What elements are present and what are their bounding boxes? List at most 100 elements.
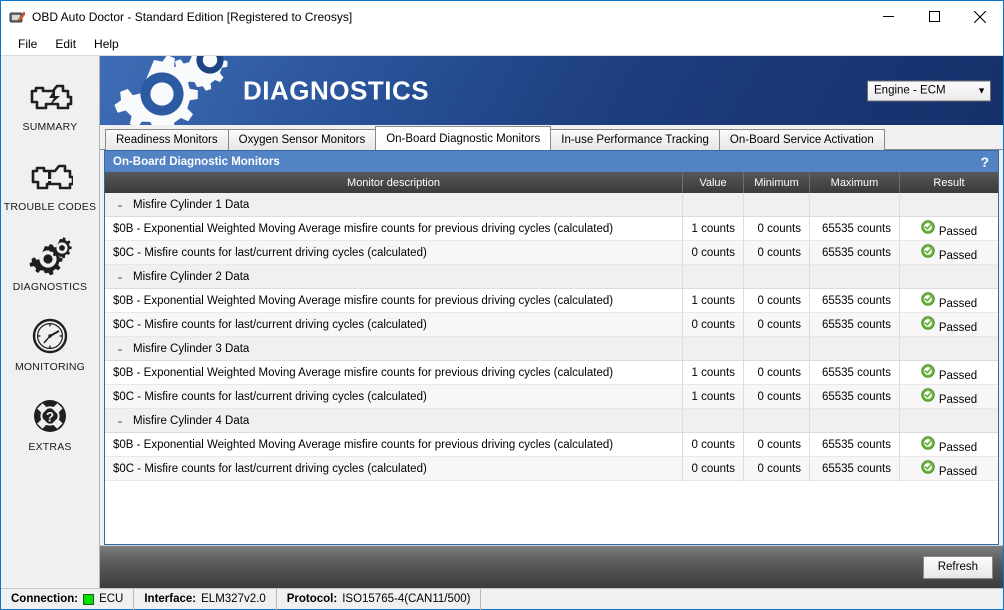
window-title: OBD Auto Doctor - Standard Edition [Regi… [32, 9, 353, 24]
group-label-cell: ⌄ Misfire Cylinder 2 Data [105, 265, 683, 289]
connection-label: Connection: [11, 593, 79, 605]
maximize-button[interactable] [911, 1, 957, 32]
status-badge-label: Passed [938, 441, 978, 454]
column-header-value[interactable]: Value [683, 172, 744, 193]
group-minimum-cell [744, 265, 810, 289]
sidebar-item-label: DIAGNOSTICS [12, 280, 88, 293]
tab-in-use-performance-tracking[interactable]: In-use Performance Tracking [550, 129, 720, 150]
column-header-maximum[interactable]: Maximum [810, 172, 900, 193]
ecu-selector[interactable]: Engine - ECM ▼ [867, 80, 991, 101]
group-value-cell [683, 193, 744, 217]
sidebar-item-diagnostics[interactable]: DIAGNOSTICS [1, 224, 99, 304]
refresh-button[interactable]: Refresh [922, 555, 993, 579]
sidebar-item-monitoring[interactable]: MONITORING [1, 304, 99, 384]
tab-on-board-service-activation[interactable]: On-Board Service Activation [718, 129, 885, 150]
table-row[interactable]: $0B - Exponential Weighted Moving Averag… [105, 433, 998, 457]
check-engine-warning-icon [27, 156, 73, 196]
status-badge-label: Passed [938, 297, 978, 310]
table-body: ⌄ Misfire Cylinder 1 Data $0B - Exponentia… [105, 193, 998, 544]
monitor-value-cell: 1 counts [683, 361, 744, 385]
sidebar-item-label: TROUBLE CODES [3, 200, 97, 213]
table-row[interactable]: $0C - Misfire counts for last/current dr… [105, 457, 998, 481]
tab-readiness-monitors[interactable]: Readiness Monitors [105, 129, 229, 150]
column-header-minimum[interactable]: Minimum [744, 172, 810, 193]
monitor-minimum-cell: 0 counts [744, 457, 810, 481]
column-header-result[interactable]: Result [900, 172, 998, 193]
table-group-row[interactable]: ⌄ Misfire Cylinder 2 Data [105, 265, 998, 289]
panel-header: On-Board Diagnostic Monitors ? [105, 151, 998, 172]
menu-item-help[interactable]: Help [85, 35, 128, 53]
passed-check-icon [921, 364, 935, 381]
monitor-minimum-cell: 0 counts [744, 241, 810, 265]
group-maximum-cell [810, 265, 900, 289]
monitor-value-cell: 0 counts [683, 433, 744, 457]
status-badge: Passed [921, 292, 978, 310]
status-badge-label: Passed [938, 369, 978, 382]
monitor-maximum-cell: 65535 counts [810, 361, 900, 385]
group-result-cell [900, 265, 998, 289]
monitor-description-cell: $0C - Misfire counts for last/current dr… [105, 457, 683, 481]
monitor-description-cell: $0C - Misfire counts for last/current dr… [105, 385, 683, 409]
status-bar: Connection: ECU Interface: ELM327v2.0 Pr… [1, 588, 1003, 610]
monitor-description-cell: $0B - Exponential Weighted Moving Averag… [105, 433, 683, 457]
tab-on-board-diagnostic-monitors[interactable]: On-Board Diagnostic Monitors [375, 126, 552, 150]
monitor-minimum-cell: 0 counts [744, 385, 810, 409]
page-title: DIAGNOSTICS [243, 75, 430, 105]
chevron-expanded-icon[interactable]: ⌄ [113, 343, 127, 354]
monitor-value-cell: 1 counts [683, 385, 744, 409]
table-row[interactable]: $0B - Exponential Weighted Moving Averag… [105, 361, 998, 385]
monitor-result-cell: Passed [900, 433, 998, 457]
group-value-cell [683, 409, 744, 433]
monitor-result-cell: Passed [900, 313, 998, 337]
tab-oxygen-sensor-monitors[interactable]: Oxygen Sensor Monitors [227, 129, 377, 150]
chevron-expanded-icon[interactable]: ⌄ [113, 199, 127, 210]
menu-item-edit[interactable]: Edit [46, 35, 85, 53]
sidebar-item-trouble-codes[interactable]: TROUBLE CODES [1, 144, 99, 224]
group-label-cell: ⌄ Misfire Cylinder 3 Data [105, 337, 683, 361]
gears-icon [28, 236, 72, 276]
table-group-row[interactable]: ⌄ Misfire Cylinder 1 Data [105, 193, 998, 217]
monitor-result-cell: Passed [900, 457, 998, 481]
obd-app-icon [9, 9, 26, 25]
status-badge: Passed [921, 364, 978, 382]
menu-item-file[interactable]: File [9, 35, 46, 53]
table-row[interactable]: $0C - Misfire counts for last/current dr… [105, 313, 998, 337]
help-icon[interactable]: ? [977, 155, 992, 169]
monitor-maximum-cell: 65535 counts [810, 217, 900, 241]
monitor-value-cell: 0 counts [683, 313, 744, 337]
table-row[interactable]: $0B - Exponential Weighted Moving Averag… [105, 217, 998, 241]
table-row[interactable]: $0C - Misfire counts for last/current dr… [105, 241, 998, 265]
protocol-label: Protocol: [286, 593, 338, 605]
interface-value: ELM327v2.0 [201, 593, 266, 605]
chevron-expanded-icon[interactable]: ⌄ [113, 415, 127, 426]
chevron-expanded-icon[interactable]: ⌄ [113, 271, 127, 282]
footer-bar: Refresh [100, 545, 1003, 588]
minimize-button[interactable] [865, 1, 911, 32]
status-connection: Connection: ECU [1, 588, 135, 610]
monitor-result-cell: Passed [900, 385, 998, 409]
table-row[interactable]: $0B - Exponential Weighted Moving Averag… [105, 289, 998, 313]
table-row[interactable]: $0C - Misfire counts for last/current dr… [105, 385, 998, 409]
group-label-cell: ⌄ Misfire Cylinder 1 Data [105, 193, 683, 217]
application-window: OBD Auto Doctor - Standard Edition [Regi… [0, 0, 1004, 610]
sidebar-item-label: EXTRAS [28, 440, 72, 453]
main-content: DIAGNOSTICS Engine - ECM ▼ Readiness Mon… [100, 56, 1003, 588]
status-badge-label: Passed [938, 321, 978, 334]
sidebar: SUMMARY TROUBLE CODES DIAGNOSTICS MONITO… [1, 56, 100, 588]
group-label: Misfire Cylinder 4 Data [133, 414, 250, 427]
monitor-value-cell: 0 counts [683, 241, 744, 265]
table-group-row[interactable]: ⌄ Misfire Cylinder 3 Data [105, 337, 998, 361]
group-result-cell [900, 193, 998, 217]
status-badge: Passed [921, 460, 977, 478]
column-header-description[interactable]: Monitor description [105, 172, 683, 193]
monitor-maximum-cell: 65535 counts [810, 313, 900, 337]
protocol-value: ISO15765-4(CAN11/500) [342, 593, 471, 605]
status-badge-label: Passed [938, 393, 978, 406]
passed-check-icon [921, 316, 935, 333]
sidebar-item-summary[interactable]: SUMMARY [1, 64, 99, 144]
table-group-row[interactable]: ⌄ Misfire Cylinder 4 Data [105, 409, 998, 433]
close-button[interactable] [957, 1, 1003, 32]
group-value-cell [683, 337, 744, 361]
sidebar-item-extras[interactable]: ? EXTRAS [1, 384, 99, 464]
monitor-maximum-cell: 65535 counts [810, 241, 900, 265]
